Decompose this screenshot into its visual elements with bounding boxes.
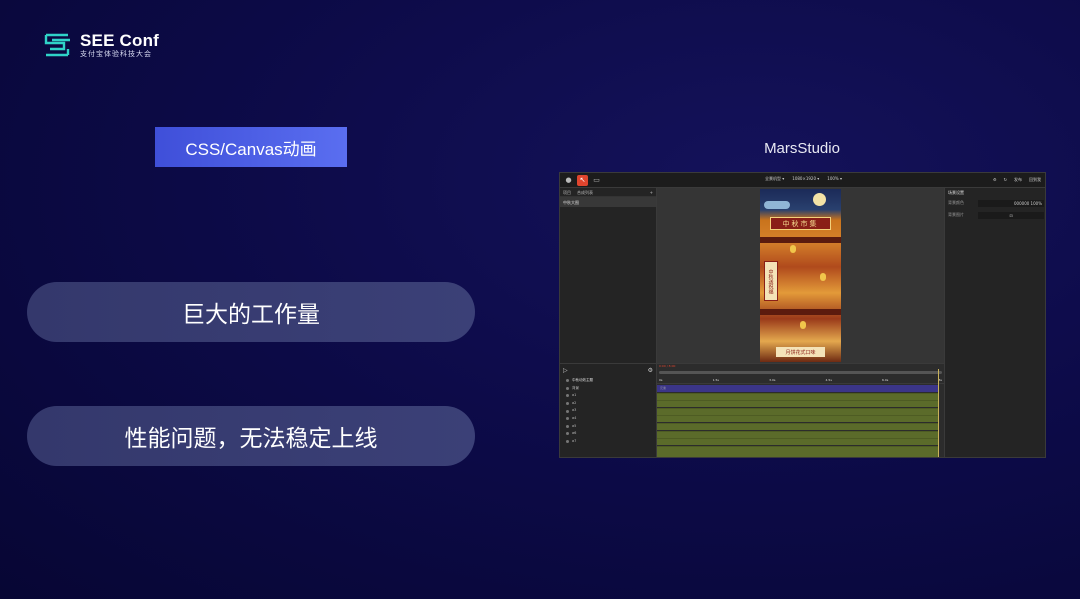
image-tool-icon[interactable]: ▭ bbox=[591, 175, 602, 186]
tab-project[interactable]: 项目 bbox=[563, 190, 571, 195]
track-bar[interactable] bbox=[657, 392, 939, 400]
settings-icon[interactable]: ⚙ bbox=[993, 177, 997, 183]
layer-name: a4 bbox=[572, 415, 577, 420]
layer-name: a3 bbox=[572, 408, 577, 413]
point-pill-performance: 性能问题，无法稳定上线 bbox=[27, 406, 475, 466]
poster-banner: 中秋市集 bbox=[770, 217, 831, 230]
lantern-shape bbox=[790, 245, 796, 253]
mid-autumn-poster-image: 中秋市集 中秋送祝福 月饼花式口味 bbox=[760, 189, 841, 362]
background-image-field[interactable]: ⊡ bbox=[978, 211, 1044, 219]
add-icon[interactable]: + bbox=[650, 190, 653, 195]
playhead[interactable] bbox=[938, 369, 939, 457]
logo-subtitle: 支付宝体验科技大会 bbox=[80, 50, 152, 58]
property-label: 背景图片 bbox=[948, 212, 964, 217]
moon-shape bbox=[813, 193, 826, 206]
background-color-field[interactable]: 000000 100% bbox=[978, 199, 1044, 207]
poster-side-label: 中秋送祝福 bbox=[764, 261, 778, 301]
visibility-icon[interactable] bbox=[566, 424, 569, 428]
layer-list: 中秋动效主题 背景 a1 a2 a3 a4 a5 a6 a7 bbox=[560, 377, 657, 457]
cloud-shape bbox=[764, 201, 790, 209]
avatar[interactable]: ● bbox=[563, 175, 574, 186]
section-tag: CSS/Canvas动画 bbox=[155, 127, 347, 167]
track-bar[interactable] bbox=[657, 445, 939, 457]
publish-button[interactable]: 发布 bbox=[1014, 177, 1022, 183]
roof-shape bbox=[760, 237, 841, 243]
layer-row[interactable]: a6 bbox=[560, 430, 656, 438]
lantern-shape bbox=[800, 321, 806, 329]
layer-name: a2 bbox=[572, 400, 577, 405]
visibility-icon[interactable] bbox=[566, 394, 569, 398]
properties-title: 场景设置 bbox=[948, 190, 964, 195]
property-row: 背景图片 ⊡ bbox=[945, 209, 1045, 221]
timeline-time: 0:00 / 8:00 bbox=[659, 364, 676, 368]
ruler-tick: 4.5s bbox=[825, 378, 832, 382]
layer-name: a6 bbox=[572, 431, 577, 436]
layer-name: a7 bbox=[572, 438, 577, 443]
select-tool-icon[interactable]: ↖ bbox=[577, 174, 588, 186]
timeline-scrubber[interactable] bbox=[659, 371, 942, 374]
lantern-shape bbox=[820, 273, 826, 281]
track-bar[interactable] bbox=[657, 438, 939, 446]
tab-compositions[interactable]: 合成列表 bbox=[577, 190, 593, 195]
layer-row[interactable]: a5 bbox=[560, 423, 656, 431]
layer-name: a1 bbox=[572, 393, 577, 398]
composition-item[interactable]: 中秋大图 bbox=[560, 197, 656, 207]
layer-row[interactable]: 中秋动效主题 bbox=[560, 377, 656, 385]
layer-row[interactable]: a3 bbox=[560, 407, 656, 415]
layer-row[interactable]: a4 bbox=[560, 415, 656, 423]
property-row: 背景颜色 000000 100% bbox=[945, 197, 1045, 209]
layer-name: a5 bbox=[572, 423, 577, 428]
ruler-tick: 3.0s bbox=[769, 378, 776, 382]
layer-row[interactable]: 背景 bbox=[560, 385, 656, 393]
track-bar[interactable]: 元素 bbox=[657, 385, 939, 392]
properties-panel: 场景设置 背景颜色 000000 100% 背景图片 ⊡ bbox=[944, 188, 1045, 457]
property-label: 背景颜色 bbox=[948, 200, 964, 205]
timeline-settings-icon[interactable]: ⚙ bbox=[648, 367, 653, 374]
layer-row[interactable]: a1 bbox=[560, 392, 656, 400]
resolution-select[interactable]: 1080×1920 ▾ bbox=[792, 176, 819, 182]
refresh-icon[interactable]: ↻ bbox=[1004, 177, 1007, 183]
layer-row[interactable]: a2 bbox=[560, 400, 656, 408]
visibility-icon[interactable] bbox=[566, 432, 569, 436]
layer-name: 中秋动效主题 bbox=[572, 378, 593, 382]
app-title: MarsStudio bbox=[764, 140, 840, 157]
editor-toolbar: ● ↖ ▭ 全景机型 ▾ 1080×1920 ▾ 100% ▾ ⚙ ↻ 发布 回… bbox=[560, 173, 1045, 188]
timeline-panel: ▷ ⚙ 中秋动效主题 背景 a1 a2 a3 a4 a5 a6 a7 0:00 … bbox=[560, 363, 944, 457]
ruler-tick: 0s bbox=[659, 378, 663, 382]
visibility-icon[interactable] bbox=[566, 440, 569, 444]
conference-logo: SEE Conf 支付宝体验科技大会 bbox=[44, 32, 159, 58]
timeline-tracks[interactable]: 0:00 / 8:00 0s 1.5s 3.0s 4.5s 6.0s 8s 元素 bbox=[657, 364, 944, 457]
poster-footer: 月饼花式口味 bbox=[776, 347, 825, 357]
visibility-icon[interactable] bbox=[566, 379, 569, 383]
see-conf-logo-icon bbox=[44, 33, 70, 57]
track-bar[interactable] bbox=[657, 400, 939, 408]
visibility-icon[interactable] bbox=[566, 386, 569, 390]
track-bar[interactable] bbox=[657, 423, 939, 430]
mars-studio-window: ● ↖ ▭ 全景机型 ▾ 1080×1920 ▾ 100% ▾ ⚙ ↻ 发布 回… bbox=[559, 172, 1046, 458]
play-button[interactable]: ▷ bbox=[563, 367, 568, 374]
point-pill-workload: 巨大的工作量 bbox=[27, 282, 475, 342]
roof-shape bbox=[760, 309, 841, 315]
track-bar[interactable] bbox=[657, 415, 939, 423]
visibility-icon[interactable] bbox=[566, 417, 569, 421]
ruler-tick: 1.5s bbox=[712, 378, 719, 382]
ruler-tick: 8s bbox=[938, 378, 942, 382]
track-bar[interactable] bbox=[657, 407, 939, 415]
project-panel: 项目 合成列表 + 中秋大图 bbox=[560, 188, 657, 363]
visibility-icon[interactable] bbox=[566, 402, 569, 406]
ruler-tick: 6.0s bbox=[882, 378, 889, 382]
preview-canvas[interactable]: 中秋市集 中秋送祝福 月饼花式口味 bbox=[657, 188, 944, 363]
zoom-select[interactable]: 100% ▾ bbox=[827, 176, 842, 182]
device-select[interactable]: 全景机型 ▾ bbox=[765, 176, 784, 182]
track-bar[interactable] bbox=[657, 430, 939, 438]
visibility-icon[interactable] bbox=[566, 409, 569, 413]
layer-name: 背景 bbox=[572, 385, 579, 390]
timeline-ruler: 0s 1.5s 3.0s 4.5s 6.0s 8s bbox=[657, 378, 944, 384]
logo-title: SEE Conf bbox=[80, 31, 160, 50]
back-button[interactable]: 回到我 bbox=[1029, 177, 1041, 183]
layer-row[interactable]: a7 bbox=[560, 438, 656, 446]
